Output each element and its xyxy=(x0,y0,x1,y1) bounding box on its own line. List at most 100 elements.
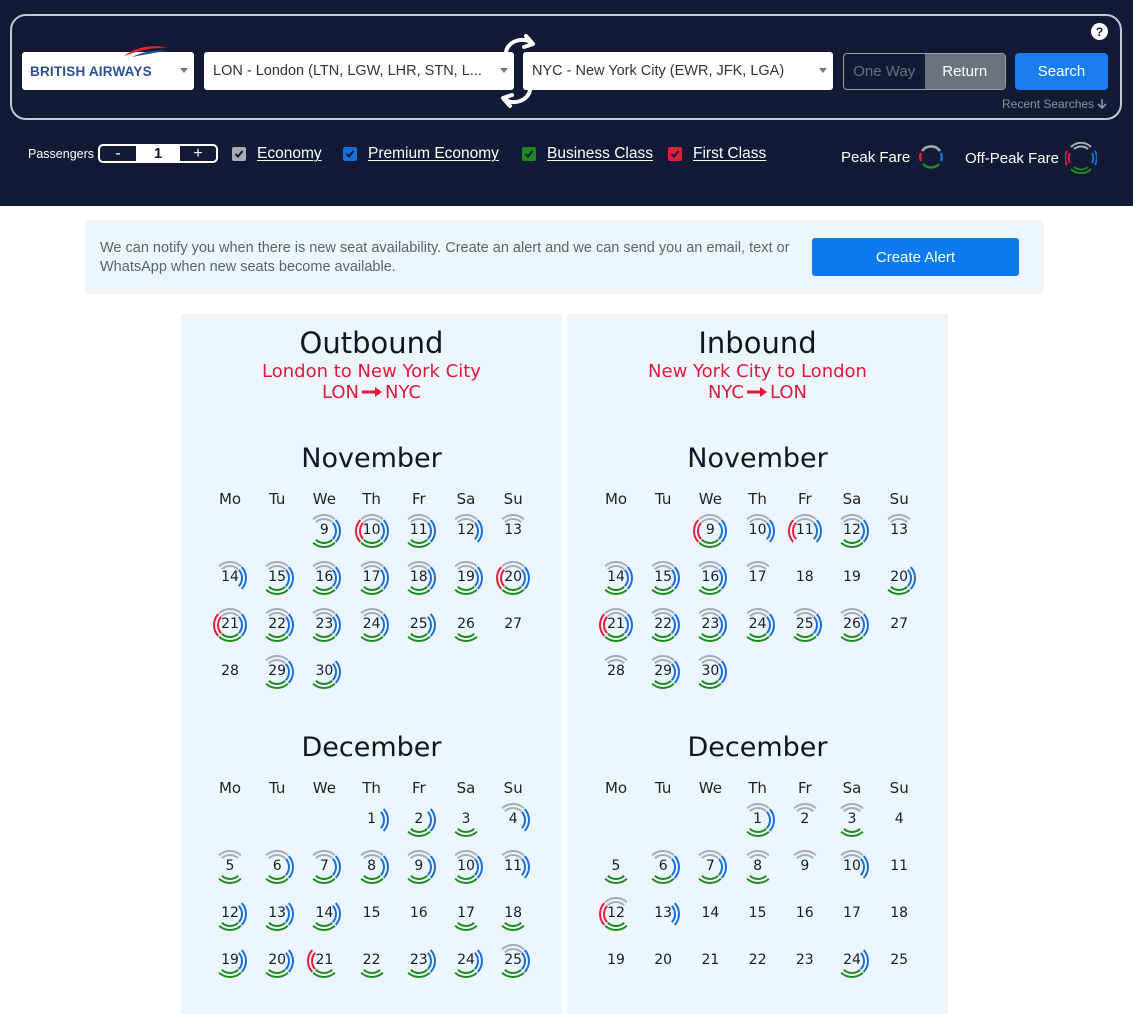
calendar-day[interactable]: 12 xyxy=(446,509,490,553)
calendar-day[interactable]: 15 xyxy=(352,892,396,936)
calendar-day[interactable]: 10 xyxy=(832,845,876,889)
calendar-day[interactable]: 10 xyxy=(352,509,396,553)
calendar-day[interactable]: 25 xyxy=(785,603,829,647)
calendar-day[interactable]: 29 xyxy=(257,650,301,694)
calendar-day[interactable]: 29 xyxy=(643,650,687,694)
calendar-day[interactable]: 11 xyxy=(493,845,537,889)
calendar-day[interactable]: 13 xyxy=(257,892,301,936)
calendar-day[interactable]: 27 xyxy=(879,603,923,647)
calendar-day[interactable]: 16 xyxy=(690,556,734,600)
calendar-day[interactable]: 9 xyxy=(785,845,829,889)
calendar-day[interactable]: 9 xyxy=(690,509,734,553)
calendar-day[interactable]: 26 xyxy=(832,603,876,647)
calendar-day[interactable]: 21 xyxy=(304,939,348,983)
calendar-day[interactable]: 20 xyxy=(879,556,923,600)
calendar-day[interactable]: 10 xyxy=(446,845,490,889)
calendar-day[interactable]: 25 xyxy=(399,603,443,647)
calendar-day[interactable]: 17 xyxy=(446,892,490,936)
calendar-day[interactable]: 28 xyxy=(210,650,254,694)
business-class-checkbox[interactable]: Business Class xyxy=(522,145,653,163)
calendar-day[interactable]: 22 xyxy=(257,603,301,647)
calendar-day[interactable]: 24 xyxy=(738,603,782,647)
calendar-day[interactable]: 6 xyxy=(643,845,687,889)
destination-select[interactable]: NYC - New York City (EWR, JFK, LGA) xyxy=(523,52,833,90)
calendar-day[interactable]: 4 xyxy=(879,798,923,842)
calendar-day[interactable]: 15 xyxy=(738,892,782,936)
calendar-day[interactable]: 22 xyxy=(352,939,396,983)
calendar-day[interactable]: 18 xyxy=(879,892,923,936)
calendar-day[interactable]: 23 xyxy=(399,939,443,983)
calendar-day[interactable]: 18 xyxy=(399,556,443,600)
calendar-day[interactable]: 11 xyxy=(879,845,923,889)
first-class-checkbox[interactable]: First Class xyxy=(668,145,766,163)
search-button[interactable]: Search xyxy=(1015,53,1108,90)
calendar-day[interactable]: 16 xyxy=(399,892,443,936)
calendar-day[interactable]: 12 xyxy=(210,892,254,936)
recent-searches-link[interactable]: Recent Searches xyxy=(1002,97,1107,111)
calendar-day[interactable]: 7 xyxy=(690,845,734,889)
calendar-day[interactable]: 11 xyxy=(785,509,829,553)
calendar-day[interactable]: 5 xyxy=(210,845,254,889)
create-alert-button[interactable]: Create Alert xyxy=(812,238,1019,276)
calendar-day[interactable]: 19 xyxy=(210,939,254,983)
calendar-day[interactable]: 20 xyxy=(257,939,301,983)
calendar-day[interactable]: 10 xyxy=(738,509,782,553)
origin-select[interactable]: LON - London (LTN, LGW, LHR, STN, L... xyxy=(204,52,514,90)
decrease-passengers-button[interactable]: - xyxy=(100,145,136,161)
return-option[interactable]: Return xyxy=(924,54,1005,89)
calendar-day[interactable]: 16 xyxy=(304,556,348,600)
calendar-day[interactable]: 1 xyxy=(738,798,782,842)
calendar-day[interactable]: 27 xyxy=(493,603,537,647)
calendar-day[interactable]: 28 xyxy=(596,650,640,694)
calendar-day[interactable]: 21 xyxy=(690,939,734,983)
calendar-day[interactable]: 2 xyxy=(785,798,829,842)
calendar-day[interactable]: 13 xyxy=(643,892,687,936)
help-icon[interactable]: ? xyxy=(1091,23,1108,40)
calendar-day[interactable]: 19 xyxy=(596,939,640,983)
calendar-day[interactable]: 30 xyxy=(304,650,348,694)
calendar-day[interactable]: 5 xyxy=(596,845,640,889)
premium-economy-checkbox[interactable]: Premium Economy xyxy=(343,145,499,163)
calendar-day[interactable]: 16 xyxy=(785,892,829,936)
calendar-day[interactable]: 22 xyxy=(738,939,782,983)
passengers-value[interactable]: 1 xyxy=(136,145,180,162)
calendar-day[interactable]: 21 xyxy=(596,603,640,647)
calendar-day[interactable]: 15 xyxy=(257,556,301,600)
calendar-day[interactable]: 14 xyxy=(690,892,734,936)
calendar-day[interactable]: 18 xyxy=(493,892,537,936)
calendar-day[interactable]: 20 xyxy=(643,939,687,983)
increase-passengers-button[interactable]: + xyxy=(180,145,216,161)
calendar-day[interactable]: 9 xyxy=(304,509,348,553)
calendar-day[interactable]: 12 xyxy=(832,509,876,553)
calendar-day[interactable]: 23 xyxy=(690,603,734,647)
calendar-day[interactable]: 6 xyxy=(257,845,301,889)
calendar-day[interactable]: 19 xyxy=(446,556,490,600)
calendar-day[interactable]: 3 xyxy=(832,798,876,842)
calendar-day[interactable]: 17 xyxy=(738,556,782,600)
calendar-day[interactable]: 26 xyxy=(446,603,490,647)
calendar-day[interactable]: 24 xyxy=(832,939,876,983)
calendar-day[interactable]: 11 xyxy=(399,509,443,553)
airline-select[interactable]: BRITISH AIRWAYS xyxy=(22,46,194,90)
calendar-day[interactable]: 12 xyxy=(596,892,640,936)
calendar-day[interactable]: 14 xyxy=(596,556,640,600)
calendar-day[interactable]: 15 xyxy=(643,556,687,600)
calendar-day[interactable]: 24 xyxy=(446,939,490,983)
calendar-day[interactable]: 1 xyxy=(352,798,396,842)
calendar-day[interactable]: 4 xyxy=(493,798,537,842)
calendar-day[interactable]: 7 xyxy=(304,845,348,889)
calendar-day[interactable]: 14 xyxy=(210,556,254,600)
economy-checkbox[interactable]: Economy xyxy=(232,145,322,163)
calendar-day[interactable]: 30 xyxy=(690,650,734,694)
calendar-day[interactable]: 23 xyxy=(785,939,829,983)
calendar-day[interactable]: 3 xyxy=(446,798,490,842)
calendar-day[interactable]: 2 xyxy=(399,798,443,842)
calendar-day[interactable]: 14 xyxy=(304,892,348,936)
calendar-day[interactable]: 19 xyxy=(832,556,876,600)
calendar-day[interactable]: 9 xyxy=(399,845,443,889)
calendar-day[interactable]: 23 xyxy=(304,603,348,647)
calendar-day[interactable]: 13 xyxy=(493,509,537,553)
calendar-day[interactable]: 18 xyxy=(785,556,829,600)
calendar-day[interactable]: 25 xyxy=(493,939,537,983)
calendar-day[interactable]: 21 xyxy=(210,603,254,647)
